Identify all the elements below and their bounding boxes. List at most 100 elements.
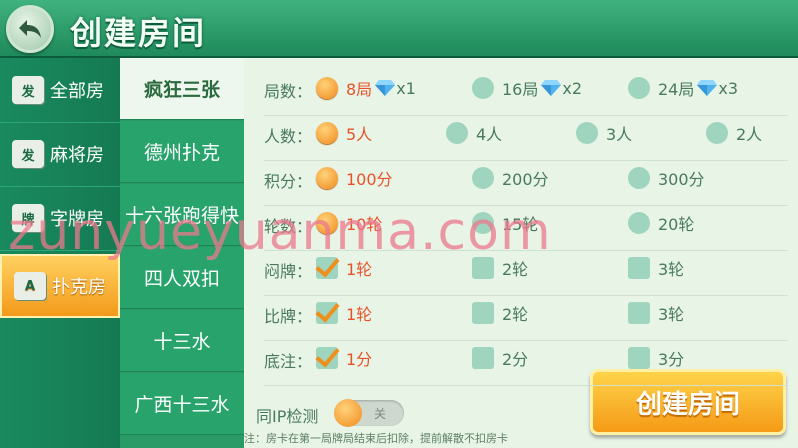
gem-cost-label: x2 <box>562 78 583 98</box>
radio-icon <box>316 77 338 99</box>
radio-icon <box>628 167 650 189</box>
radio-icon <box>472 212 494 234</box>
page-title: 创建房间 <box>70 14 207 52</box>
diamond-icon <box>540 79 562 97</box>
game-item[interactable]: 十三水 <box>120 310 244 372</box>
option-label: 2人 <box>736 125 763 144</box>
back-arrow-icon <box>19 20 41 38</box>
checkbox-icon <box>316 257 338 279</box>
gem-cost-label: x3 <box>718 78 739 98</box>
radio-icon <box>472 77 494 99</box>
option-row-label: 轮数： <box>264 217 313 236</box>
room-type-icon: 牌 <box>12 204 44 232</box>
diamond-icon <box>374 79 396 97</box>
checkbox-icon <box>472 257 494 279</box>
radio-icon <box>316 122 338 144</box>
option-row: 比牌： 1轮 2轮 3轮 <box>244 291 798 341</box>
option-label: 300分 <box>658 170 705 189</box>
radio-option[interactable]: 2人 <box>706 118 762 148</box>
options-panel: 同IP检测 关 注：房卡在第一局牌局结束后扣除，提前解散不扣房卡 创建房间 局数… <box>244 58 798 448</box>
option-label: 24局 <box>658 80 695 99</box>
checkbox-option[interactable]: 2轮 <box>472 253 528 283</box>
option-row: 底注： 1分 2分 3分 <box>244 336 798 386</box>
diamond-icon <box>696 79 718 97</box>
option-label: 1分 <box>346 350 373 369</box>
toggle-state-label: 关 <box>374 407 387 421</box>
checkbox-option[interactable]: 2分 <box>472 343 528 373</box>
option-row: 积分： 100分 200分 300分 <box>244 156 798 206</box>
option-row-label: 比牌： <box>264 307 313 326</box>
game-item[interactable]: 德州扑克 <box>120 121 244 183</box>
checkbox-option[interactable]: 3轮 <box>628 253 684 283</box>
gem-cost-label: x1 <box>396 78 416 98</box>
option-label: 2轮 <box>502 305 529 324</box>
game-item[interactable]: 十六张跑得快 <box>120 184 244 246</box>
radio-icon <box>628 77 650 99</box>
game-item[interactable]: 疯狂三张 <box>120 58 244 120</box>
checkbox-icon <box>472 347 494 369</box>
checkbox-option[interactable]: 1分 <box>316 343 372 373</box>
radio-option[interactable]: 20轮 <box>628 208 694 238</box>
nav-item-label: 全部房 <box>50 81 104 102</box>
checkbox-option[interactable]: 2轮 <box>472 298 528 328</box>
checkbox-option[interactable]: 3轮 <box>628 298 684 328</box>
game-list: 疯狂三张 德州扑克 十六张跑得快 四人双扣 十三水 广西十三水 <box>120 58 244 448</box>
option-label: 1轮 <box>346 305 373 324</box>
checkbox-icon <box>316 302 338 324</box>
option-row-label: 底注： <box>264 352 313 371</box>
option-label: 5人 <box>346 125 373 144</box>
checkbox-icon <box>628 347 650 369</box>
nav-item-2[interactable]: 牌字牌房 <box>0 186 120 250</box>
radio-icon <box>628 212 650 234</box>
ip-check-toggle[interactable]: 关 <box>334 399 404 427</box>
radio-option[interactable]: 3人 <box>576 118 632 148</box>
nav-item-1[interactable]: 发麻将房 <box>0 122 120 186</box>
checkbox-option[interactable]: 1轮 <box>316 298 372 328</box>
nav-item-0[interactable]: 发全部房 <box>0 58 120 122</box>
option-label: 2轮 <box>502 260 529 279</box>
option-label: 3分 <box>658 350 685 369</box>
radio-option[interactable]: 200分 <box>472 163 549 193</box>
option-row: 局数： 8局 x1 16局 x2 24局 x3 <box>244 66 798 116</box>
option-label: 3轮 <box>658 260 685 279</box>
nav-item-label: 扑克房 <box>52 277 106 298</box>
option-row: 轮数： 10轮 15轮 20轮 <box>244 201 798 251</box>
toggle-knob <box>334 399 362 427</box>
option-label: 8局 <box>346 80 373 99</box>
radio-icon <box>706 122 728 144</box>
checkbox-option[interactable]: 3分 <box>628 343 684 373</box>
nav-item-3[interactable]: A 扑克房 <box>0 254 120 318</box>
room-card-note: 注：房卡在第一局牌局结束后扣除，提前解散不扣房卡 <box>244 432 508 445</box>
radio-option[interactable]: 8局 x1 <box>316 73 416 103</box>
radio-option[interactable]: 4人 <box>446 118 502 148</box>
option-row-label: 人数： <box>264 127 313 146</box>
room-type-icon: 发 <box>12 140 44 168</box>
nav-item-label: 麻将房 <box>50 145 104 166</box>
checkbox-icon <box>628 302 650 324</box>
option-label: 100分 <box>346 170 393 189</box>
checkbox-option[interactable]: 1轮 <box>316 253 372 283</box>
game-item[interactable]: 四人双扣 <box>120 247 244 309</box>
option-label: 3人 <box>606 125 633 144</box>
option-row-label: 积分： <box>264 172 313 191</box>
radio-option[interactable]: 10轮 <box>316 208 382 238</box>
radio-option[interactable]: 300分 <box>628 163 705 193</box>
radio-option[interactable]: 16局 x2 <box>472 73 582 103</box>
room-type-nav: 发全部房发麻将房牌字牌房 A 扑克房 <box>0 58 120 448</box>
game-item[interactable]: 广西十三水 <box>120 373 244 435</box>
back-button[interactable] <box>6 5 54 53</box>
radio-icon <box>316 167 338 189</box>
option-label: 200分 <box>502 170 549 189</box>
radio-option[interactable]: 15轮 <box>472 208 538 238</box>
option-label: 1轮 <box>346 260 373 279</box>
radio-option[interactable]: 5人 <box>316 118 372 148</box>
radio-option[interactable]: 24局 x3 <box>628 73 738 103</box>
room-type-icon: A <box>14 272 46 300</box>
radio-option[interactable]: 100分 <box>316 163 393 193</box>
option-label: 16局 <box>502 80 539 99</box>
option-label: 2分 <box>502 350 529 369</box>
option-label: 3轮 <box>658 305 685 324</box>
radio-icon <box>576 122 598 144</box>
option-label: 20轮 <box>658 215 695 234</box>
checkbox-icon <box>472 302 494 324</box>
